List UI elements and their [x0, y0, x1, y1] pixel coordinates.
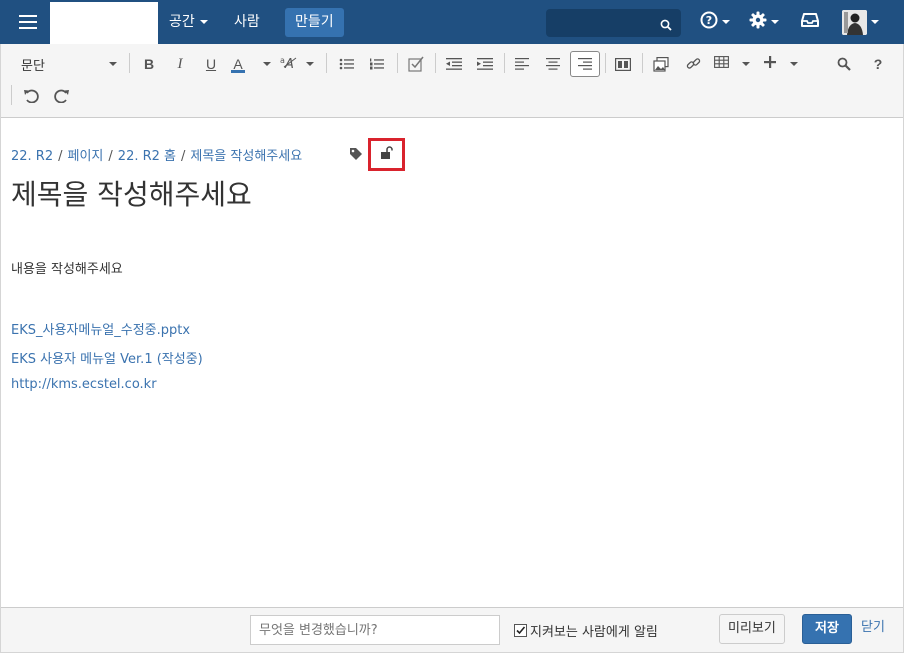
outdent-icon[interactable]: [443, 52, 465, 76]
toolbar-divider: [129, 53, 130, 73]
undo-icon[interactable]: [19, 84, 43, 108]
italic-label: I: [177, 55, 183, 72]
attachment-link[interactable]: EKS_사용자메뉴얼_수정중.pptx: [11, 319, 190, 338]
page-link[interactable]: EKS 사용자 메뉴얼 Ver.1 (작성중): [11, 348, 203, 367]
checkbox-checked-icon[interactable]: [514, 624, 527, 637]
unlock-icon[interactable]: [380, 145, 394, 164]
chevron-down-icon: [306, 62, 314, 66]
insert-more-dropdown[interactable]: [764, 52, 798, 76]
breadcrumb: 22. R2 / 페이지 / 22. R2 홈 / 제목을 작성해주세요: [11, 145, 302, 164]
page-layout-icon[interactable]: [611, 52, 635, 76]
chevron-down-icon: [771, 20, 779, 24]
chevron-down-icon: [722, 20, 730, 24]
bullet-list-icon[interactable]: [336, 52, 358, 76]
editor-help-label: ?: [873, 56, 883, 72]
search-icon: [660, 16, 672, 35]
align-center-icon[interactable]: [542, 52, 564, 76]
help-icon: ?: [700, 11, 718, 33]
text-color-swatch: [231, 69, 245, 73]
notify-watchers-checkbox[interactable]: 지켜보는 사람에게 알림: [514, 621, 658, 640]
toolbar-divider: [326, 53, 327, 73]
underline-icon[interactable]: U: [200, 52, 222, 76]
bold-label: B: [143, 56, 155, 72]
settings-menu[interactable]: [749, 10, 779, 34]
user-avatar: [842, 9, 867, 35]
toolbar-divider: [397, 53, 398, 73]
text-color-icon: A: [231, 56, 245, 73]
redo-icon[interactable]: [50, 84, 74, 108]
toolbar-divider: [504, 53, 505, 73]
page-body-text[interactable]: 내용을 작성해주세요: [11, 258, 123, 277]
search-input[interactable]: [546, 9, 681, 37]
paragraph-format-label: 문단: [21, 58, 45, 74]
breadcrumb-separator: /: [58, 149, 63, 164]
paragraph-format-dropdown[interactable]: 문단: [21, 52, 117, 76]
find-replace-icon[interactable]: [833, 52, 855, 76]
notify-watchers-label: 지켜보는 사람에게 알림: [530, 625, 658, 640]
link-icon[interactable]: [681, 52, 705, 76]
close-button[interactable]: 닫기: [855, 614, 891, 644]
breadcrumb-pages[interactable]: 페이지: [68, 149, 104, 164]
notifications-button[interactable]: [801, 10, 819, 34]
underline-label: U: [205, 56, 217, 72]
svg-text:?: ?: [706, 14, 712, 27]
breadcrumb-separator: /: [181, 149, 186, 164]
editor-toolbar: 문단 B I U A aA ?: [1, 44, 903, 118]
numbered-list-icon[interactable]: [366, 52, 388, 76]
insert-more-icon: [764, 56, 776, 72]
change-comment-input[interactable]: [250, 615, 500, 645]
chevron-down-icon: [199, 20, 208, 24]
create-button-label: 만들기: [295, 14, 334, 30]
breadcrumb-home[interactable]: 22. R2 홈: [118, 149, 176, 164]
notifications-tray-icon: [801, 12, 819, 32]
preview-button[interactable]: 미리보기: [719, 614, 785, 644]
create-button[interactable]: 만들기: [285, 8, 344, 37]
nav-people-label: 사람: [234, 14, 260, 30]
site-logo[interactable]: [50, 2, 158, 44]
page-title[interactable]: 제목을 작성해주세요: [11, 173, 252, 213]
nav-spaces[interactable]: 공간: [159, 8, 218, 37]
chevron-down-icon: [742, 62, 750, 66]
label-tag-icon[interactable]: [349, 146, 363, 165]
chevron-down-icon: [790, 62, 798, 66]
italic-icon[interactable]: I: [169, 52, 191, 76]
gear-icon: [749, 11, 767, 33]
align-left-icon[interactable]: [511, 52, 533, 76]
nav-spaces-label: 공간: [169, 14, 195, 30]
nav-people[interactable]: 사람: [224, 8, 270, 37]
hamburger-menu-icon[interactable]: [6, 2, 50, 42]
chevron-down-icon: [871, 20, 879, 24]
url-link[interactable]: http://kms.ecstel.co.kr: [11, 377, 157, 392]
help-menu[interactable]: ?: [700, 10, 730, 34]
more-formatting-dropdown[interactable]: aA: [280, 52, 314, 76]
table-dropdown[interactable]: [714, 52, 750, 76]
table-icon: [714, 56, 729, 72]
text-color-dropdown[interactable]: A: [231, 52, 271, 76]
user-menu[interactable]: [842, 9, 879, 35]
chevron-down-icon: [263, 62, 271, 66]
more-formatting-icon: aA: [280, 55, 298, 73]
breadcrumb-space[interactable]: 22. R2: [11, 149, 53, 164]
editor-footer: 지켜보는 사람에게 알림 미리보기 저장 닫기: [1, 607, 903, 652]
top-navigation-bar: 공간 사람 만들기 ?: [0, 0, 904, 44]
chevron-down-icon: [109, 62, 117, 66]
toolbar-divider: [11, 85, 12, 105]
indent-icon[interactable]: [474, 52, 496, 76]
task-list-icon[interactable]: [404, 52, 428, 76]
breadcrumb-separator: /: [108, 149, 113, 164]
align-right-icon[interactable]: [570, 51, 600, 77]
bold-icon[interactable]: B: [138, 52, 160, 76]
insert-files-icon[interactable]: [649, 52, 673, 76]
toolbar-divider: [642, 53, 643, 73]
toolbar-divider: [605, 53, 606, 73]
toolbar-divider: [435, 53, 436, 73]
breadcrumb-current-page[interactable]: 제목을 작성해주세요: [190, 149, 302, 164]
editor-help-icon[interactable]: ?: [867, 52, 889, 76]
restrictions-highlight: [368, 138, 405, 171]
save-button[interactable]: 저장: [802, 614, 852, 644]
